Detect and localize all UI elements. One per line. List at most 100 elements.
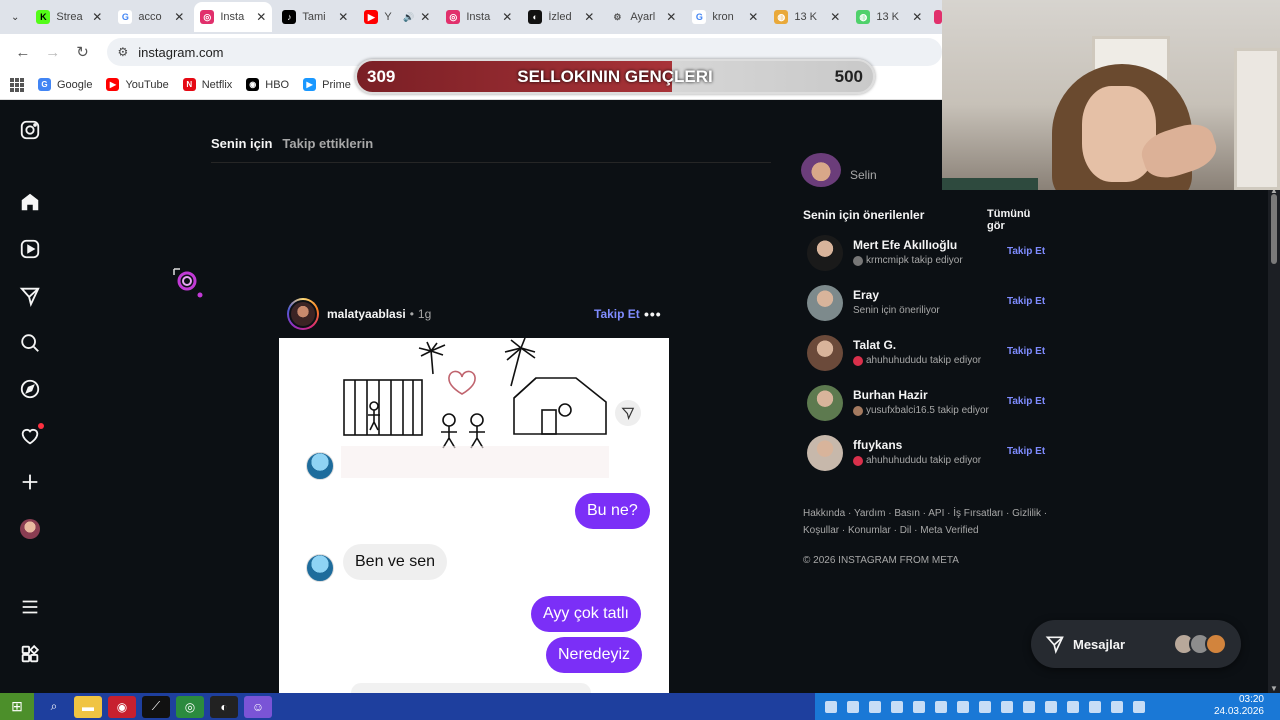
app-dark-icon[interactable]: ⟋ [142,695,170,718]
tab-for-you[interactable]: Senin için [211,136,272,151]
tray-app-icon[interactable] [913,700,925,713]
close-tab-icon[interactable]: ✕ [92,10,102,24]
tray-app-icon[interactable] [869,700,881,713]
suggestion-name[interactable]: ffuykans [853,438,902,452]
post-options-button[interactable]: ••• [644,306,662,322]
close-tab-icon[interactable]: ✕ [666,10,676,24]
close-tab-icon[interactable]: ✕ [502,10,512,24]
tray-app-icon[interactable] [957,700,969,713]
profile-avatar[interactable] [18,517,42,541]
bookmark-item[interactable]: N Netflix [182,78,232,91]
current-user-avatar[interactable] [801,153,841,187]
obs-icon[interactable]: ◐ [210,695,238,718]
suggestion-avatar[interactable] [807,285,843,321]
tray-app-icon[interactable] [1001,700,1013,713]
suggestion-name[interactable]: Talat G. [853,338,896,352]
app-red-icon[interactable]: ◉ [108,695,136,718]
tray-app-icon[interactable] [979,700,991,713]
also-from-meta-icon[interactable] [18,642,42,666]
close-tab-icon[interactable]: ✕ [420,10,430,24]
browser-tab[interactable]: ◎ Insta ✕ [440,2,518,32]
close-tab-icon[interactable]: ✕ [748,10,758,24]
suggestion-avatar[interactable] [807,435,843,471]
browser-tab[interactable]: ⚙ Ayarl ✕ [604,2,682,32]
browser-tab[interactable]: ♪ Tami ✕ [276,2,354,32]
suggestion-name[interactable]: Mert Efe Akıllıoğlu [853,238,957,252]
bookmark-item[interactable]: ◉ HBO [246,78,289,91]
bookmark-item[interactable]: G Google [38,78,92,91]
suggestion-follow-button[interactable]: Takip Et [1007,246,1045,257]
tray-app-icon[interactable] [891,700,903,713]
bookmark-item[interactable]: ▶ Prime [303,78,351,91]
close-tab-icon[interactable]: ✕ [830,10,840,24]
close-tab-icon[interactable]: ✕ [584,10,594,24]
tray-wifi-icon[interactable] [1089,700,1101,713]
current-user-name[interactable]: Selin [850,168,877,182]
taskbar-search-icon[interactable]: ⌕ [40,696,68,718]
see-all-link[interactable]: Tümünü gör [987,208,1050,232]
tray-app-icon[interactable] [847,700,859,713]
suggestion-name[interactable]: Eray [853,288,879,302]
tray-volume-icon[interactable] [1111,700,1123,713]
browser-tab[interactable]: ◎ Insta ✕ [194,2,273,32]
share-icon[interactable] [615,400,641,426]
create-plus-icon[interactable] [18,470,42,494]
site-info-icon[interactable]: ⚙ [117,45,128,59]
search-icon[interactable] [18,331,42,355]
tray-app-icon[interactable] [1023,700,1035,713]
suggestion-avatar[interactable] [807,385,843,421]
post-media[interactable]: Bu ne? Ben ve sen Ayy çok tatlı Neredeyi… [279,338,669,693]
forward-button[interactable]: → [40,39,66,65]
suggestion-follow-button[interactable]: Takip Et [1007,446,1045,457]
close-tab-icon[interactable]: ✕ [174,10,184,24]
browser-tab[interactable]: ◍ 13 K ✕ [850,2,928,32]
suggestion-name[interactable]: Burhan Hazir [853,388,928,402]
browser-tab[interactable]: ◍ 13 K ✕ [768,2,846,32]
messages-widget[interactable]: Mesajlar [1031,620,1241,668]
post-author-username[interactable]: malatyaablasi [327,307,406,321]
footer-links-line-1[interactable]: Hakkında · Yardım · Basın · API · İş Fır… [803,505,1053,522]
scrollbar-thumb[interactable] [1271,194,1277,264]
back-button[interactable]: ← [10,39,36,65]
reload-button[interactable]: ↻ [70,39,96,65]
browser-tab[interactable]: Gkron ✕ [686,2,764,32]
suggestion-follow-button[interactable]: Takip Et [1007,346,1045,357]
browser-tab[interactable]: ▶ Y 🔊 ✕ [358,2,436,32]
start-button[interactable]: ⊞ [0,693,34,720]
browser-tab[interactable]: K Strea ✕ [30,2,108,32]
browser-tab[interactable]: Gacco ✕ [112,2,190,32]
chrome-icon[interactable]: ◎ [176,695,204,718]
footer-links-line-2[interactable]: Koşullar · Konumlar · Dil · Meta Verifie… [803,522,1053,539]
close-tab-icon[interactable]: ✕ [338,10,348,24]
tray-mic-icon[interactable] [1067,700,1079,713]
overflow-tab-favicon[interactable] [934,10,942,24]
tab-following[interactable]: Takip ettiklerin [282,136,373,151]
tab-audio-icon[interactable]: 🔊 [403,12,414,23]
tab-search-dropdown[interactable]: ⌄ [6,5,24,29]
suggestion-avatar[interactable] [807,235,843,271]
taskbar-clock[interactable]: 03:20 24.03.2026 [1214,694,1264,718]
discord-icon[interactable]: ☺ [244,695,272,718]
post-follow-button[interactable]: Takip Et [594,307,640,321]
tray-app-icon[interactable] [935,700,947,713]
close-tab-icon[interactable]: ✕ [912,10,922,24]
reels-icon[interactable] [18,237,42,261]
instagram-logo-icon[interactable] [18,118,42,142]
file-explorer-icon[interactable]: ▬ [74,695,102,718]
page-scrollbar[interactable]: ▲ ▼ [1268,186,1280,693]
scroll-down-arrow-icon[interactable]: ▼ [1270,684,1278,693]
more-menu-icon[interactable] [18,595,42,619]
tray-overflow-icon[interactable] [825,700,837,713]
tray-battery-icon[interactable] [1133,700,1145,713]
explore-icon[interactable] [18,377,42,401]
tray-app-icon[interactable] [1045,700,1057,713]
close-tab-icon[interactable]: ✕ [256,10,266,24]
post-author-avatar[interactable] [287,298,319,330]
apps-grid-icon[interactable] [10,77,24,92]
bookmark-item[interactable]: ▶ YouTube [106,78,169,91]
home-icon[interactable] [18,190,42,214]
suggestion-avatar[interactable] [807,335,843,371]
browser-tab[interactable]: ◐ İzled ✕ [522,2,600,32]
suggestion-follow-button[interactable]: Takip Et [1007,396,1045,407]
notifications-heart-icon[interactable] [18,423,44,448]
